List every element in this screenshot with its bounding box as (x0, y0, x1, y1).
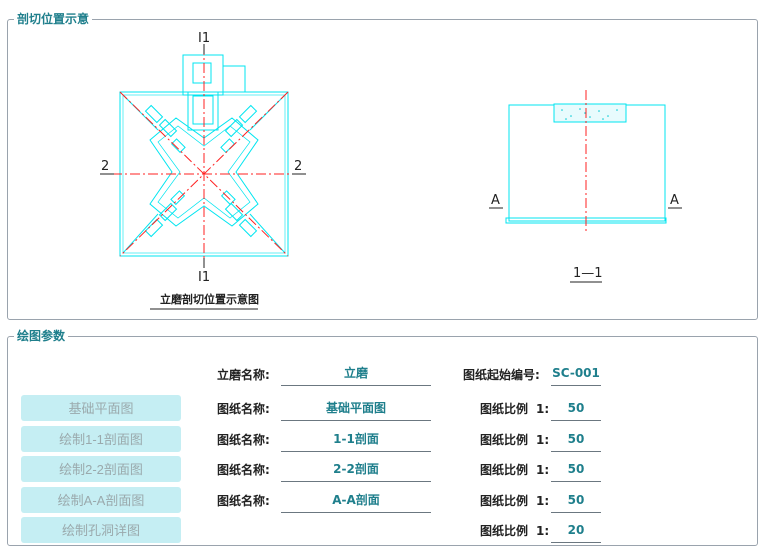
drawing-name-input[interactable]: 2-2剖面 (281, 461, 431, 482)
scale-label: 图纸比例 (480, 494, 529, 508)
plan-left-label: 2 (101, 159, 109, 174)
scale-input[interactable]: 50 (551, 431, 601, 452)
drawing-name-label: 图纸名称: (217, 494, 270, 508)
drawing-name-input[interactable]: A-A剖面 (281, 492, 431, 513)
elevation-left-label: A (491, 193, 500, 208)
drawing-name-label: 图纸名称: (217, 463, 270, 477)
scale-input[interactable]: 50 (551, 492, 601, 513)
section-diagram: I1 I1 2 2 立磨剖切位置示意图 A A 1—1 (100, 31, 682, 310)
drawing-name-input[interactable]: 1-1剖面 (281, 431, 431, 452)
plan-bottom-label: I1 (198, 270, 210, 285)
mill-name-input[interactable]: 立磨 (281, 365, 431, 386)
scale-input[interactable]: 50 (551, 461, 601, 482)
elevation-caption: 1—1 (573, 266, 603, 281)
start-no-input[interactable]: SC-001 (551, 365, 601, 386)
draw-hole-detail-button[interactable]: 绘制孔洞详图 (21, 517, 181, 543)
plan-right-label: 2 (294, 159, 302, 174)
plan-top-label: I1 (198, 31, 210, 46)
base-plan-button[interactable]: 基础平面图 (21, 395, 181, 421)
elevation-right-label: A (670, 193, 679, 208)
mill-name-label: 立磨名称: (217, 368, 270, 382)
scale-label: 图纸比例 (480, 463, 529, 477)
scale-input[interactable]: 50 (551, 400, 601, 421)
plan-caption: 立磨剖切位置示意图 (160, 292, 259, 306)
scale-prefix: 1: (536, 402, 550, 416)
drawing-name-label: 图纸名称: (217, 402, 270, 416)
scale-label: 图纸比例 (480, 402, 529, 416)
drawing-name-input[interactable]: 基础平面图 (281, 400, 431, 421)
scale-label: 图纸比例 (480, 433, 529, 447)
start-no-label: 图纸起始编号: (463, 368, 540, 382)
scale-prefix: 1: (536, 463, 550, 477)
params-title: 绘图参数 (14, 328, 69, 344)
elevation-view (489, 90, 682, 283)
scale-prefix: 1: (536, 494, 550, 508)
drawing-name-label: 图纸名称: (217, 433, 270, 447)
scale-prefix: 1: (536, 433, 550, 447)
draw-section-a-a-button[interactable]: 绘制A-A剖面图 (21, 487, 181, 513)
scale-label: 图纸比例 (480, 524, 529, 538)
draw-section-1-1-button[interactable]: 绘制1-1剖面图 (21, 426, 181, 452)
scale-prefix: 1: (536, 524, 550, 538)
scale-input[interactable]: 20 (551, 522, 601, 543)
draw-section-2-2-button[interactable]: 绘制2-2剖面图 (21, 456, 181, 482)
